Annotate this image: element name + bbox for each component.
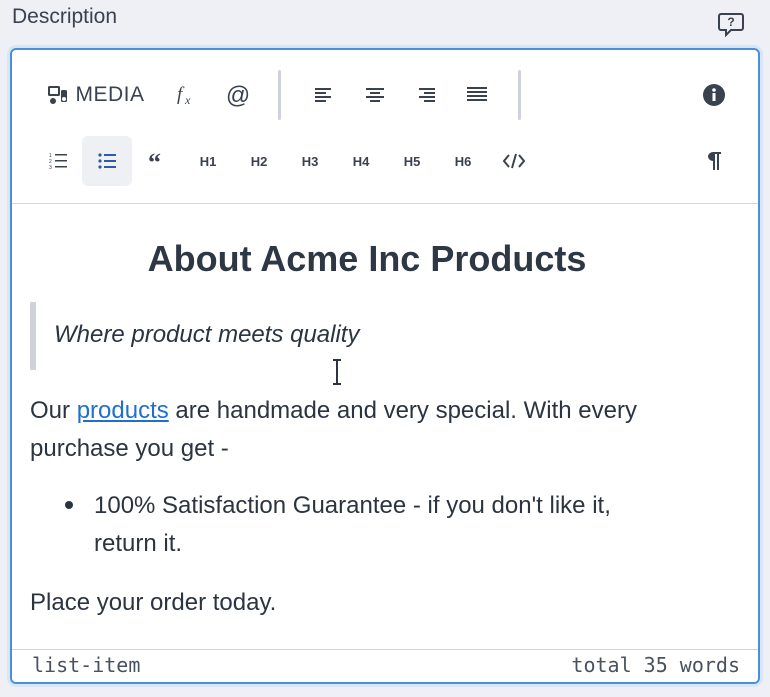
element-path: list-item: [32, 653, 141, 677]
code-button[interactable]: [494, 136, 534, 186]
heading-1-button[interactable]: H1: [188, 136, 228, 186]
bullet-list-button[interactable]: [82, 136, 132, 186]
align-left-icon: [315, 88, 331, 102]
media-button[interactable]: MEDIA: [42, 70, 150, 120]
svg-text:x: x: [184, 93, 191, 107]
heading-2-button[interactable]: H2: [239, 136, 279, 186]
rich-text-editor[interactable]: MEDIA f x @ 1 2 3 “ H1 H2 H3 H4 H5 H6 Ab…: [10, 48, 760, 684]
products-link[interactable]: products: [77, 397, 169, 424]
svg-text:f: f: [177, 84, 185, 105]
blockquote-button[interactable]: “: [138, 136, 178, 186]
pilcrow-icon: [708, 152, 721, 170]
paragraph-intro-text: Our: [30, 397, 77, 424]
ordered-list-icon: 1 2 3: [49, 153, 67, 170]
code-icon: [503, 153, 525, 169]
media-button-label: MEDIA: [75, 83, 145, 106]
mention-button[interactable]: @: [217, 70, 259, 120]
align-justify-icon: [467, 87, 487, 101]
svg-text:@: @: [226, 82, 250, 108]
quote-icon: “: [148, 153, 161, 169]
formula-icon: f x: [177, 84, 191, 107]
list-bullet: [65, 501, 73, 509]
at-sign-icon: @: [226, 82, 250, 108]
align-justify-button[interactable]: [457, 70, 497, 120]
align-center-button[interactable]: [355, 70, 395, 120]
toolbar-separator: [278, 70, 281, 120]
align-center-icon: [366, 88, 384, 102]
heading-6-button[interactable]: H6: [443, 136, 483, 186]
svg-text:3: 3: [49, 165, 52, 170]
paragraph-button[interactable]: [694, 136, 734, 186]
word-count: total 35 words: [571, 653, 740, 677]
document-title: About Acme Inc Products: [147, 238, 587, 279]
editor-statusbar: list-item total 35 words: [12, 649, 758, 682]
align-right-icon: [419, 88, 435, 102]
text-cursor-icon: [333, 359, 341, 385]
editor-content[interactable]: About Acme Inc Products Where product me…: [12, 204, 758, 648]
paragraph-intro-line-2: purchase you get -: [30, 435, 229, 462]
info-icon: [703, 84, 725, 106]
heading-3-button[interactable]: H3: [290, 136, 330, 186]
paragraph-intro-line-1: Our products are handmade and very speci…: [30, 392, 637, 430]
svg-text:?: ?: [727, 15, 734, 29]
bullet-list-icon: [98, 153, 116, 169]
align-right-button[interactable]: [406, 70, 446, 120]
blockquote-text: Where product meets quality: [54, 321, 360, 348]
help-comment-icon[interactable]: ?: [718, 11, 744, 37]
info-button[interactable]: [694, 70, 734, 120]
toolbar-separator: [518, 70, 521, 120]
media-icon: [48, 86, 68, 104]
svg-text:“: “: [148, 153, 161, 169]
blockquote: Where product meets quality: [30, 302, 726, 370]
ordered-list-button[interactable]: 1 2 3: [38, 136, 78, 186]
paragraph-intro-text: are handmade and very special. With ever…: [168, 397, 637, 424]
heading-4-button[interactable]: H4: [341, 136, 381, 186]
editor-toolbar: MEDIA f x @ 1 2 3 “ H1 H2 H3 H4 H5 H6: [12, 50, 758, 204]
align-left-button[interactable]: [304, 70, 344, 120]
list-item-line-1: 100% Satisfaction Guarantee - if you don…: [94, 492, 611, 519]
list-item-line-2: return it.: [94, 530, 183, 557]
paragraph-closing: Place your order today.: [30, 589, 277, 616]
field-label: Description: [12, 5, 118, 28]
formula-button[interactable]: f x: [166, 70, 206, 120]
heading-5-button[interactable]: H5: [392, 136, 432, 186]
